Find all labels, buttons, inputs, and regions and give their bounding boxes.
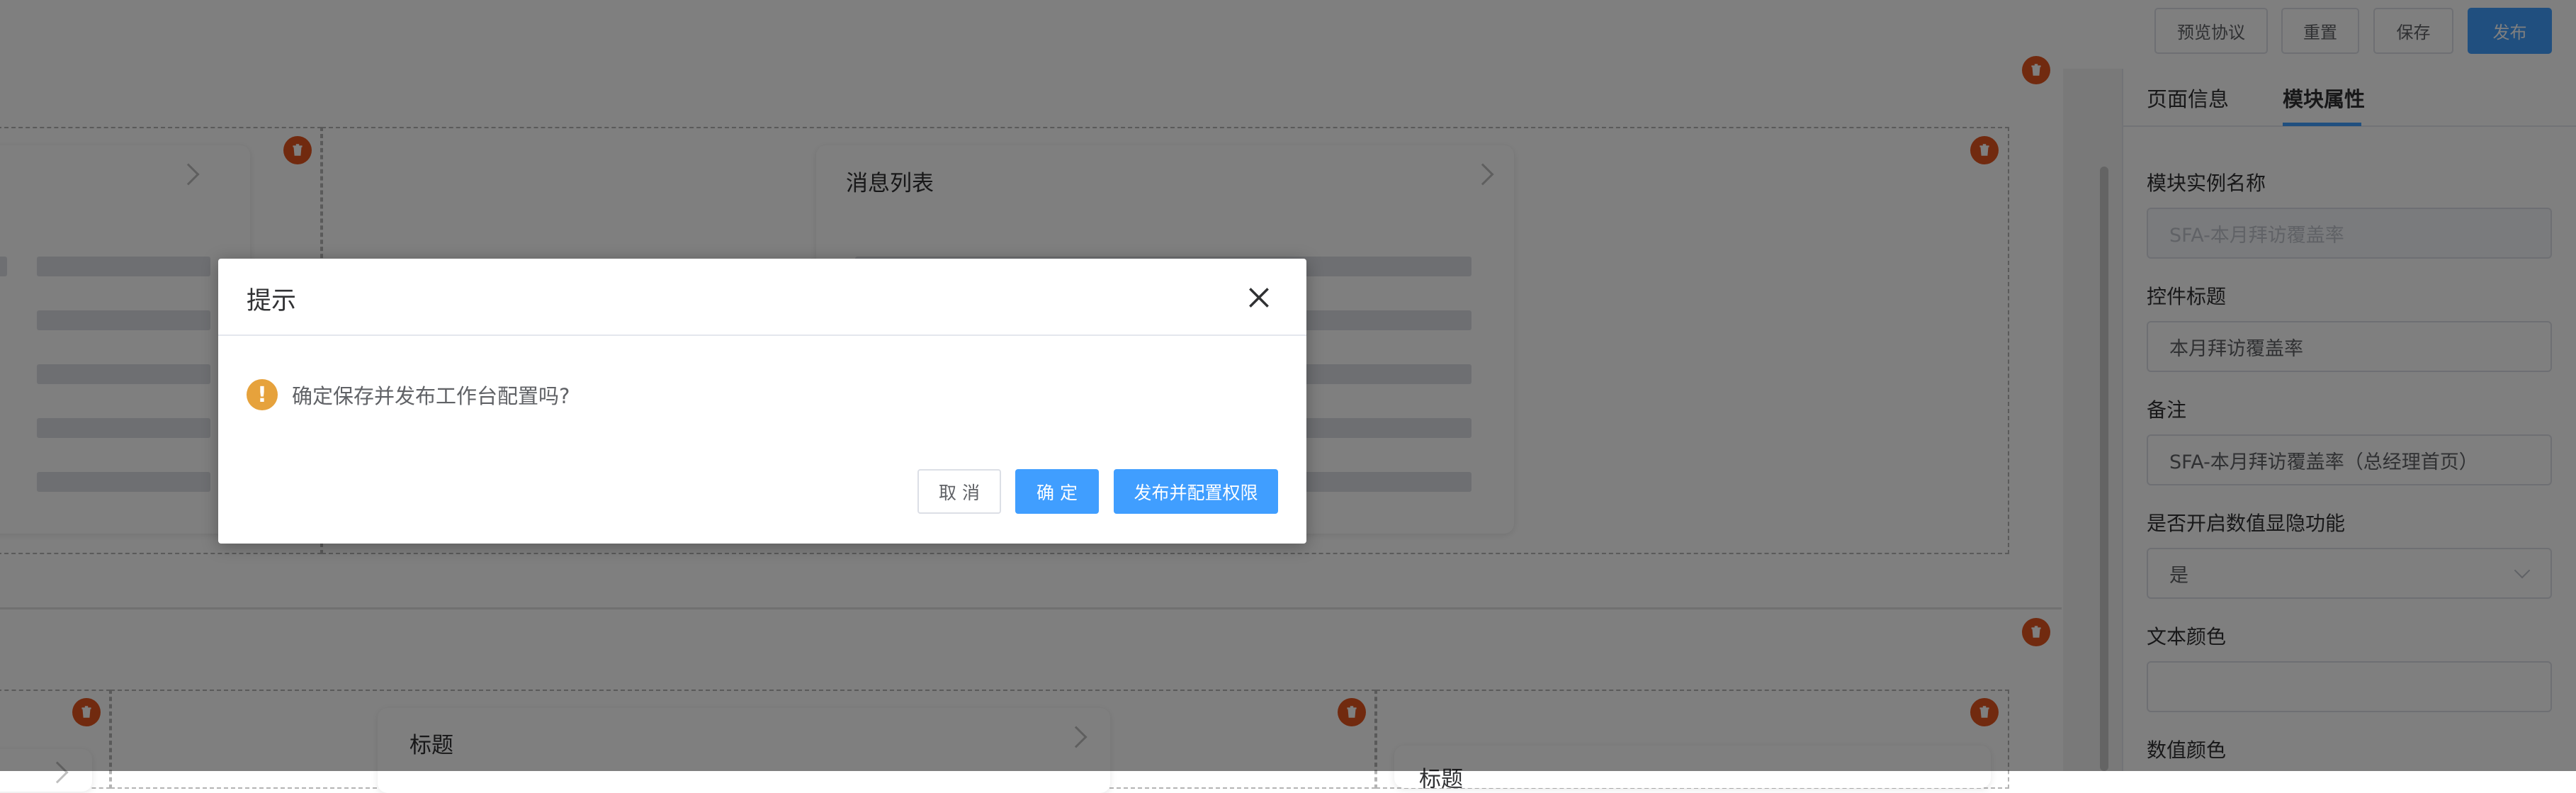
dialog-title: 提示 [247,287,297,315]
dialog-message: 确定保存并发布工作台配置吗? [292,384,570,408]
dialog-header: 提示 [218,259,1306,336]
warning-icon: ! [247,379,278,410]
confirm-dialog: 提示 ! 确定保存并发布工作台配置吗? 取 消 确 定 发布并配置权限 [218,259,1306,544]
publish-and-configure-permissions-button[interactable]: 发布并配置权限 [1114,469,1278,514]
dialog-body: ! 确定保存并发布工作台配置吗? [247,379,570,410]
close-icon[interactable] [1245,284,1272,311]
cancel-button[interactable]: 取 消 [917,469,1001,514]
workbench-editor: 预览协议 重置 保存 发布 消息列表 [0,0,2576,793]
confirm-button[interactable]: 确 定 [1015,469,1099,514]
